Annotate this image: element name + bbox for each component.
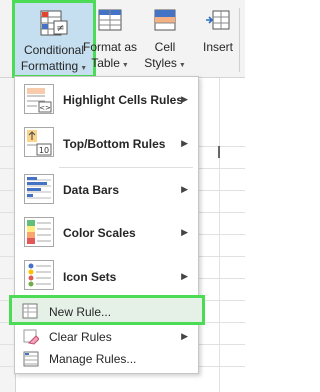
chevron-right-icon: ▶ bbox=[181, 138, 188, 148]
insert-button[interactable]: Insert bbox=[196, 0, 240, 78]
insert-cells-icon bbox=[204, 6, 232, 37]
menu-item-color-scales[interactable]: Color Scales ▶ bbox=[15, 214, 198, 250]
highlight-cells-icon: <> bbox=[24, 84, 54, 114]
chevron-right-icon: ▶ bbox=[181, 331, 188, 341]
svg-text:<>: <> bbox=[39, 104, 51, 112]
new-rule-icon bbox=[22, 303, 38, 319]
menu-item-label: Highlight Cells Rules bbox=[63, 93, 184, 107]
menu-item-label: Data Bars bbox=[63, 183, 120, 197]
ribbon: ≠ Conditional Formatting ▼ Format as Tabl… bbox=[0, 0, 245, 78]
menu-divider bbox=[59, 167, 193, 168]
svg-text:10: 10 bbox=[39, 146, 49, 155]
menu-item-new-rule[interactable]: New Rule... bbox=[9, 295, 205, 325]
menu-item-label: New Rule... bbox=[49, 305, 112, 319]
gridline bbox=[219, 78, 220, 392]
dropdown-arrow-icon: ▼ bbox=[178, 62, 186, 69]
menu-item-clear-rules[interactable]: Clear Rules ▶ bbox=[15, 327, 198, 347]
conditional-formatting-menu: <> Highlight Cells Rules ▶ 10 Top/Bottom… bbox=[9, 76, 205, 374]
chevron-right-icon: ▶ bbox=[181, 227, 188, 237]
manage-rules-icon bbox=[23, 351, 39, 367]
icon-sets-icon bbox=[24, 260, 54, 290]
cell-styles-button[interactable]: Cell Styles ▼ bbox=[140, 0, 190, 78]
chevron-right-icon: ▶ bbox=[181, 271, 188, 281]
ribbon-separator bbox=[239, 8, 240, 72]
format-as-table-label-2: Table ▼ bbox=[91, 56, 129, 70]
format-as-table-label-1: Format as bbox=[82, 40, 137, 54]
svg-text:≠: ≠ bbox=[56, 23, 64, 34]
color-scales-icon bbox=[24, 217, 54, 247]
conditional-formatting-icon: ≠ bbox=[39, 9, 69, 42]
menu-item-icon-sets[interactable]: Icon Sets ▶ bbox=[15, 257, 198, 295]
chevron-right-icon: ▶ bbox=[181, 94, 188, 104]
menu-item-manage-rules[interactable]: Manage Rules... bbox=[15, 349, 198, 369]
cell-styles-icon bbox=[151, 6, 179, 37]
menu-item-label: Clear Rules bbox=[49, 330, 112, 344]
column-border bbox=[218, 146, 220, 158]
data-bars-icon bbox=[24, 174, 54, 204]
menu-item-label: Icon Sets bbox=[63, 270, 117, 284]
cell-styles-label-2: Styles ▼ bbox=[144, 56, 186, 70]
insert-label: Insert bbox=[202, 40, 233, 54]
menu-item-label: Top/Bottom Rules bbox=[63, 137, 166, 151]
menu-item-label: Color Scales bbox=[63, 226, 136, 240]
chevron-right-icon: ▶ bbox=[181, 184, 188, 194]
cell-styles-label-1: Cell bbox=[154, 40, 176, 54]
menu-item-highlight-cells-rules[interactable]: <> Highlight Cells Rules ▶ bbox=[15, 81, 198, 117]
menu-item-top-bottom-rules[interactable]: 10 Top/Bottom Rules ▶ bbox=[15, 124, 198, 162]
format-as-table-icon bbox=[96, 6, 124, 37]
menu-item-label: Manage Rules... bbox=[49, 352, 137, 366]
dropdown-arrow-icon: ▼ bbox=[121, 62, 129, 69]
clear-rules-icon bbox=[23, 329, 40, 345]
menu-item-data-bars[interactable]: Data Bars ▶ bbox=[15, 171, 198, 207]
top-bottom-icon: 10 bbox=[24, 127, 54, 157]
format-as-table-button[interactable]: Format as Table ▼ bbox=[82, 0, 138, 78]
